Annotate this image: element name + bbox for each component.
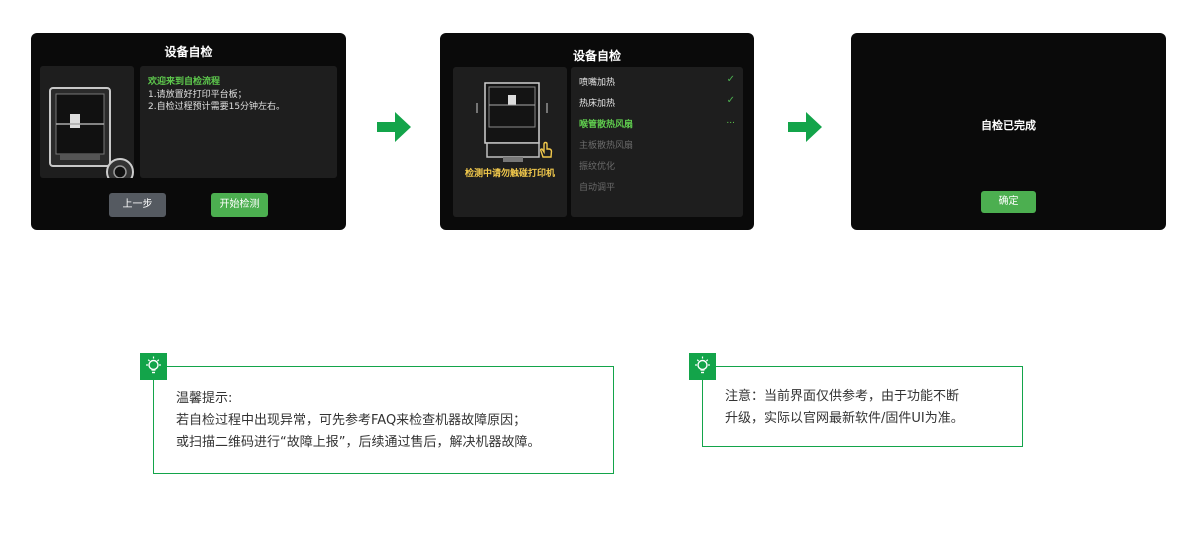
check-item-leveling: 自动调平 [579, 183, 616, 193]
hand-touch-icon [539, 141, 553, 158]
tip-box-warm: 温馨提示: 若自检过程中出现异常，可先参考FAQ来检查机器故障原因； 或扫描二维… [153, 366, 614, 474]
lightbulb-icon [140, 353, 167, 380]
screen-checking: 设备自检 检测中请勿触碰打印机 喷嘴加热 ✓ 热床加热 ✓ 喉管散热风扇 ...… [440, 33, 754, 230]
lightbulb-icon [689, 353, 716, 380]
tip-line: 注意：当前界面仅供参考，由于功能不断 [725, 389, 960, 404]
tip-box-notice: 注意：当前界面仅供参考，由于功能不断 升级，实际以官网最新软件/固件UI为准。 [702, 366, 1023, 447]
printer-status-panel: 检测中请勿触碰打印机 [453, 67, 567, 217]
touch-warning: 检测中请勿触碰打印机 [464, 169, 555, 179]
printer-image-panel [40, 66, 134, 186]
check-item-throat-fan: 喉管散热风扇 [579, 120, 634, 130]
printer-illustration [49, 87, 134, 186]
start-check-button[interactable]: 开始检测 [211, 193, 268, 217]
instruction-line: 2.自检过程预计需要15分钟左右。 [148, 102, 286, 112]
tip-line: 若自检过程中出现异常，可先参考FAQ来检查机器故障原因； [176, 413, 527, 428]
arrow-right-icon [377, 112, 411, 142]
screen-title: 设备自检 [572, 49, 621, 63]
screen-welcome: 设备自检 欢迎来到自检流程 1.请放置好打印平台板； 2.自检过程预计需要15分… [31, 33, 346, 230]
check-item-board-fan: 主板散热风扇 [579, 141, 634, 151]
tip-heading: 温馨提示: [176, 391, 233, 406]
check-item-bed: 热床加热 [579, 99, 616, 109]
screen-complete: 自检已完成 确定 [851, 33, 1166, 230]
confirm-button[interactable]: 确定 [981, 191, 1036, 213]
back-button[interactable]: 上一步 [109, 193, 166, 217]
check-item-vibration: 振纹优化 [579, 162, 616, 172]
tip-line: 升级，实际以官网最新软件/固件UI为准。 [725, 411, 964, 426]
progress-indicator: ... [726, 116, 735, 126]
arrow-right-icon [788, 112, 822, 142]
welcome-heading: 欢迎来到自检流程 [148, 77, 221, 87]
check-item-nozzle: 喷嘴加热 [579, 78, 616, 88]
complete-message: 自检已完成 [981, 119, 1036, 132]
checklist-panel: 喷嘴加热 ✓ 热床加热 ✓ 喉管散热风扇 ... 主板散热风扇 振纹优化 自动调… [571, 67, 743, 217]
check-icon: ✓ [726, 95, 735, 106]
screen-title: 设备自检 [164, 45, 213, 59]
tip-line: 或扫描二维码进行“故障上报”，后续通过售后，解决机器故障。 [176, 435, 541, 450]
check-icon: ✓ [726, 74, 735, 85]
instructions-panel: 欢迎来到自检流程 1.请放置好打印平台板； 2.自检过程预计需要15分钟左右。 [140, 66, 337, 178]
